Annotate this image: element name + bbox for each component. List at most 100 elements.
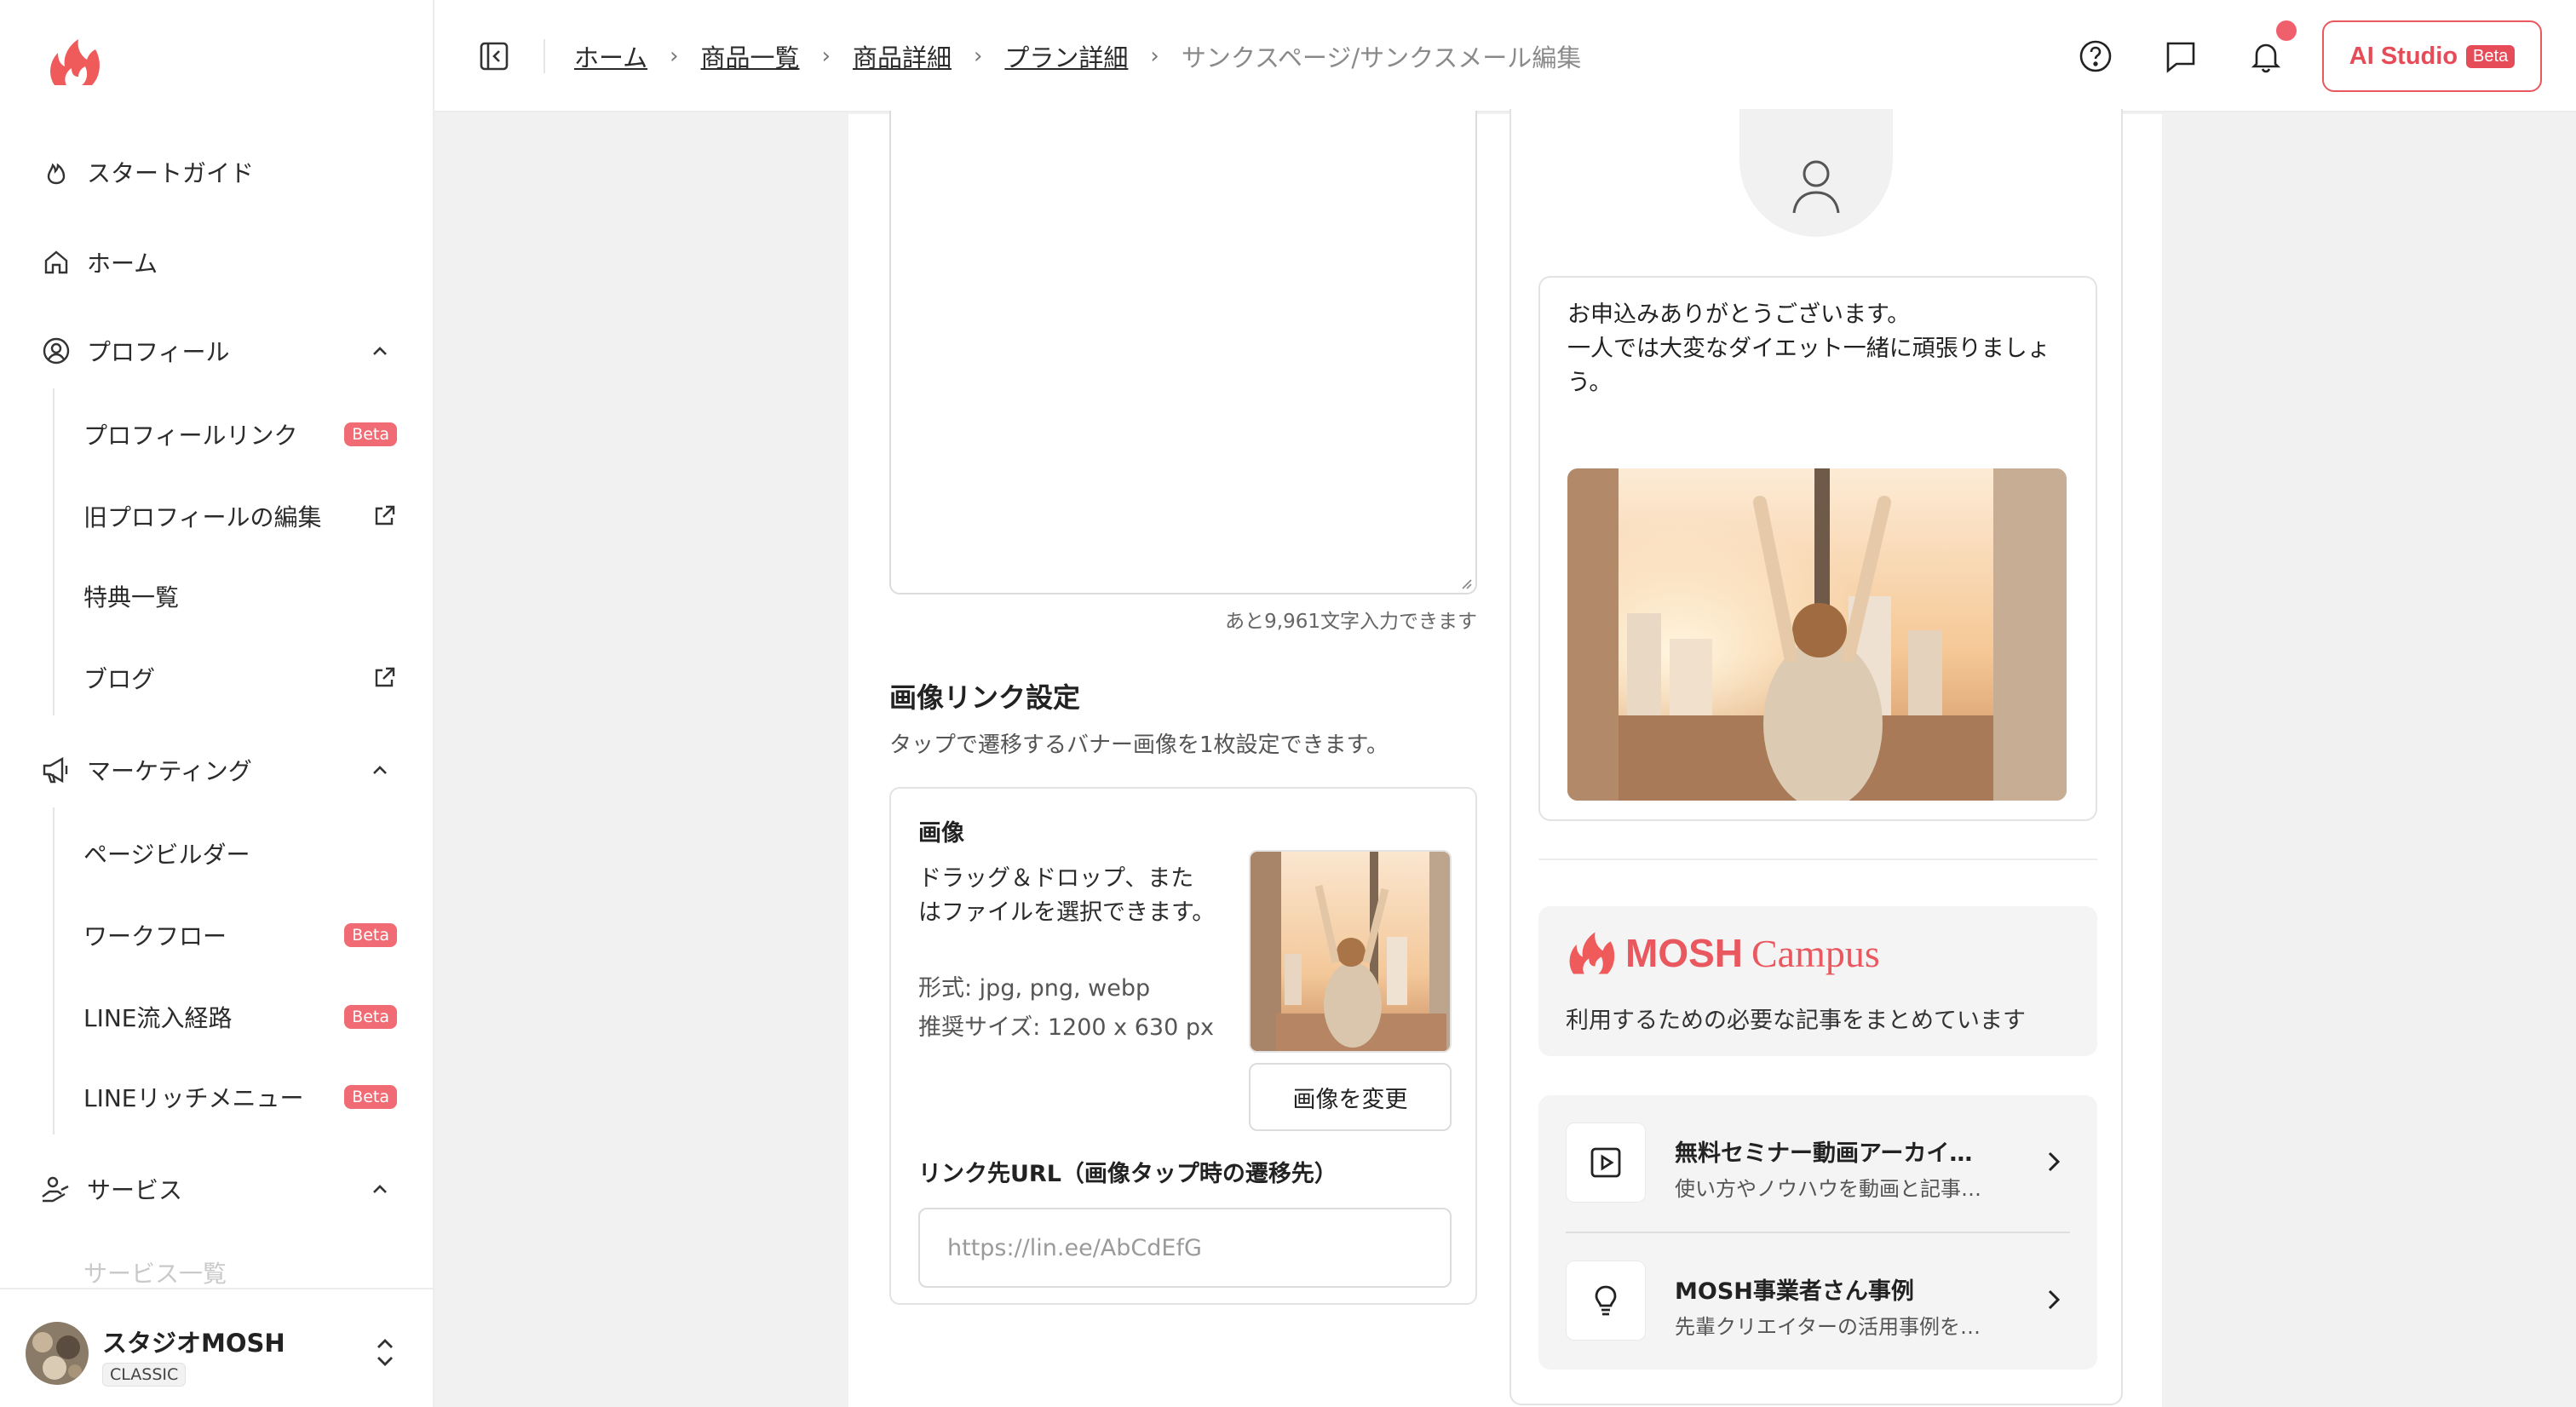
sub-label: LINEリッチメニュー (83, 1084, 304, 1112)
chevron-up-icon[interactable] (363, 334, 397, 368)
lightbulb-icon (1566, 1261, 1646, 1341)
sub-label: 特典一覧 (83, 583, 180, 612)
nav-home[interactable]: ホーム (39, 237, 397, 288)
mosh-logo-icon (1569, 932, 1615, 974)
sub-label: サービス一覧 (83, 1260, 227, 1284)
link-url-input[interactable] (918, 1208, 1452, 1288)
section-title: 画像リンク設定 (889, 681, 1081, 714)
chevron-right-icon (2036, 1283, 2070, 1317)
notification-dot (2276, 20, 2297, 41)
sub-label: 旧プロフィールの編集 (83, 503, 322, 531)
link-case-studies[interactable]: MOSH事業者さん事例 先輩クリエイターの活用事例を… (1566, 1261, 2070, 1346)
beta-badge: Beta (344, 422, 397, 446)
chat-icon[interactable] (2159, 34, 2203, 78)
resize-handle-icon[interactable] (1458, 576, 1472, 589)
editor-panel: あと9,961文字入力できます 画像リンク設定 タップで遷移するバナー画像を1枚… (848, 111, 1513, 1407)
sub-blog[interactable]: ブログ (83, 652, 397, 704)
divider (543, 39, 545, 73)
sub-label: ワークフロー (83, 922, 227, 950)
account-switcher[interactable]: スタジオMOSH CLASSIC (0, 1288, 433, 1407)
top-bar: ホーム › 商品一覧 › 商品詳細 › プラン詳細 › サンクスページ/サンクス… (434, 0, 2576, 112)
chevron-up-icon[interactable] (363, 1172, 397, 1206)
chevron-right-icon: › (1150, 43, 1159, 69)
breadcrumb-plan-detail[interactable]: プラン詳細 (1004, 38, 1128, 74)
chevron-right-icon: › (973, 43, 983, 69)
campus-subtitle: 利用するための必要な記事をまとめています (1566, 1008, 2026, 1034)
nav-service[interactable]: サービス (39, 1163, 397, 1215)
ai-studio-label: AI Studio (2349, 42, 2458, 70)
beta-badge: Beta (344, 1005, 397, 1029)
format-info: 形式: jpg, png, webp 推奨サイズ: 1200 x 630 px (918, 969, 1214, 1048)
sub-profile-link[interactable]: プロフィールリンク Beta (83, 409, 397, 460)
mosh-campus-banner[interactable]: MOSH Campus 利用するための必要な記事をまとめています (1538, 906, 2097, 1056)
campus-brand: MOSH (1625, 931, 1743, 975)
external-link-icon (371, 491, 397, 542)
preview-message-card: お申込みありがとうございます。 一人では大変なダイエット一緒に頑張りましょう。 (1538, 276, 2097, 821)
link-subtitle: 先輩クリエイターの活用事例を… (1675, 1315, 1981, 1339)
nav-marketing[interactable]: マーケティング (39, 744, 397, 795)
chevron-right-icon: › (821, 43, 831, 69)
nav-start-guide[interactable]: スタートガイド (39, 146, 397, 198)
breadcrumb: ホーム › 商品一覧 › 商品詳細 › プラン詳細 › サンクスページ/サンクス… (574, 37, 1581, 75)
sub-service-list[interactable]: サービス一覧 (83, 1247, 397, 1284)
sub-label: ブログ (83, 665, 156, 693)
mosh-logo[interactable] (46, 37, 102, 87)
side-nav: スタートガイド ホーム プロフィール プロフィールリンク Beta 旧プロフィー… (0, 136, 433, 1284)
size-text: 推奨サイズ: 1200 x 630 px (918, 1014, 1214, 1041)
sub-page-builder[interactable]: ページビルダー (83, 828, 397, 879)
chevron-up-down-icon[interactable] (366, 1334, 404, 1371)
divider (1566, 1232, 2070, 1233)
profile-icon (39, 334, 73, 368)
tree-line (53, 807, 55, 1134)
sub-workflow[interactable]: ワークフロー Beta (83, 910, 397, 961)
sub-old-profile[interactable]: 旧プロフィールの編集 (83, 491, 397, 542)
link-seminar-archive[interactable]: 無料セミナー動画アーカイ… 使い方やノウハウを動画と記事… (1566, 1123, 2070, 1208)
megaphone-icon (39, 753, 73, 787)
ai-studio-button[interactable]: AI Studio Beta (2322, 20, 2542, 92)
sub-benefits[interactable]: 特典一覧 (83, 571, 397, 622)
banner-thumbnail[interactable] (1249, 850, 1452, 1053)
url-label: リンク先URL（画像タップ時の遷移先） (918, 1161, 1337, 1187)
breadcrumb-product-detail[interactable]: 商品詳細 (853, 38, 952, 74)
sub-line-rich-menu[interactable]: LINEリッチメニュー Beta (83, 1071, 397, 1123)
beta-badge: Beta (2466, 44, 2516, 68)
message-textarea[interactable] (889, 111, 1477, 594)
campus-word: Campus (1751, 931, 1880, 975)
nav-label: プロフィール (87, 338, 230, 366)
image-link-card: 画像 ドラッグ＆ドロップ、またはファイルを選択できます。 形式: jpg, pn… (889, 787, 1477, 1305)
section-description: タップで遷移するバナー画像を1枚設定できます。 (889, 732, 1389, 758)
sub-label: ページビルダー (83, 841, 250, 869)
beta-badge: Beta (344, 1085, 397, 1109)
breadcrumb-home[interactable]: ホーム (574, 38, 647, 74)
nav-label: マーケティング (87, 757, 252, 785)
home-icon (39, 245, 73, 279)
thanks-page-preview: お申込みありがとうございます。 一人では大変なダイエット一緒に頑張りましょう。 (1509, 109, 2123, 1405)
resource-links: 無料セミナー動画アーカイ… 使い方やノウハウを動画と記事… MOSH事業者さん事… (1538, 1095, 2097, 1370)
sub-label: プロフィールリンク (83, 422, 298, 450)
nav-label: ホーム (87, 250, 158, 278)
nav-profile[interactable]: プロフィール (39, 325, 397, 376)
nav-label: スタートガイド (87, 159, 255, 187)
preview-banner-image[interactable] (1567, 468, 2067, 801)
dropzone-text: ドラッグ＆ドロップ、またはファイルを選択できます。 (918, 865, 1216, 926)
sub-line-inflow[interactable]: LINE流入経路 Beta (83, 991, 397, 1042)
change-image-button[interactable]: 画像を変更 (1249, 1063, 1452, 1131)
user-avatar-icon (1739, 109, 1893, 237)
bell-icon[interactable] (2244, 34, 2288, 78)
nav-label: サービス (87, 1176, 183, 1204)
breadcrumb-product-list[interactable]: 商品一覧 (701, 38, 800, 74)
breadcrumb-current: サンクスページ/サンクスメール編集 (1181, 43, 1582, 72)
avatar (26, 1322, 89, 1385)
tree-line (53, 388, 55, 715)
link-subtitle: 使い方やノウハウを動画と記事… (1675, 1177, 1981, 1201)
sub-label: LINE流入経路 (83, 1004, 233, 1032)
help-icon[interactable] (2073, 34, 2118, 78)
service-icon (39, 1172, 73, 1206)
image-label: 画像 (918, 820, 964, 847)
divider (1538, 859, 2097, 860)
chevron-up-icon[interactable] (363, 753, 397, 787)
preview-panel: お申込みありがとうございます。 一人では大変なダイエット一緒に頑張りましょう。 (1509, 109, 2162, 1407)
format-text: 形式: jpg, png, webp (918, 975, 1151, 1002)
sidebar-collapse-icon[interactable] (474, 36, 515, 77)
link-title: 無料セミナー動画アーカイ… (1675, 1140, 1973, 1167)
